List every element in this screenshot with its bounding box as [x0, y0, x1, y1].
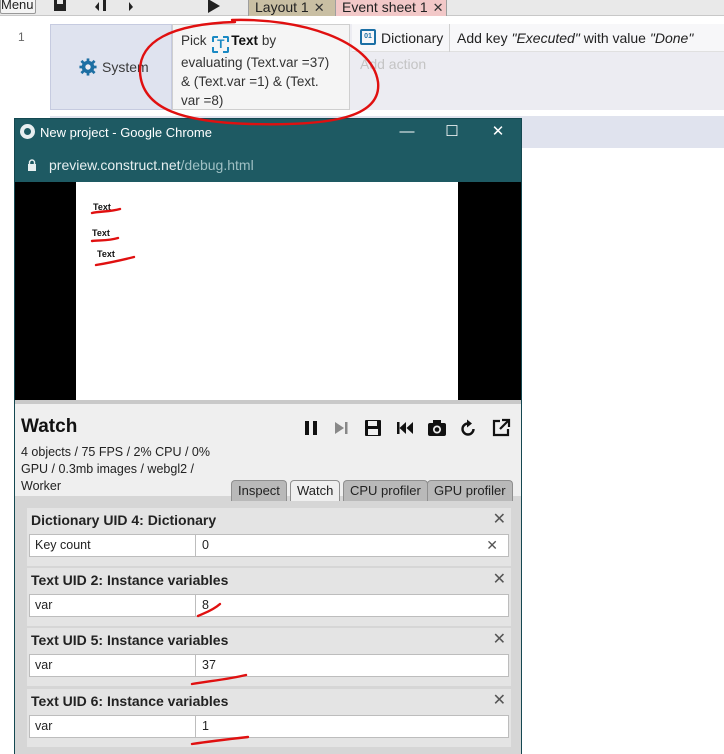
skip-back-icon[interactable]	[395, 418, 415, 438]
watch-value[interactable]: 1	[202, 716, 209, 737]
save-icon[interactable]	[52, 0, 68, 13]
maximize-button[interactable]: ☐	[442, 122, 462, 142]
tab-cpu-profiler[interactable]: CPU profiler	[343, 480, 428, 501]
watch-panel-title: Text UID 2: Instance variables	[31, 572, 229, 588]
game-canvas[interactable]: Text Text Text	[76, 182, 458, 400]
play-icon[interactable]	[206, 0, 222, 13]
editor-toolbar: Menu Layout 1 ✕ Event sheet 1 ✕	[0, 0, 724, 16]
condition-pick-by-evaluate[interactable]: Pick T Text by evaluating (Text.var =37) …	[172, 24, 350, 110]
watch-panel-text-uid-2: Text UID 2: Instance variables ✕ var 8	[27, 568, 511, 626]
watch-value[interactable]: 8	[202, 595, 209, 616]
tab-label: Event sheet 1	[342, 0, 428, 15]
tab-event-sheet-1[interactable]: Event sheet 1 ✕	[335, 0, 447, 16]
debugger-stats: 4 objects / 75 FPS / 2% CPU / 0% GPU / 0…	[21, 445, 210, 493]
lock-icon	[28, 159, 36, 171]
close-icon[interactable]: ✕	[493, 569, 506, 589]
tab-inspect[interactable]: Inspect	[231, 480, 287, 501]
popout-icon[interactable]	[491, 418, 511, 438]
watch-panel-title: Dictionary UID 4: Dictionary	[31, 512, 217, 528]
action-divider	[449, 24, 450, 52]
dictionary-icon: 01	[360, 29, 376, 45]
url-text: preview.construct.net/debug.html	[49, 157, 254, 173]
restart-icon[interactable]	[458, 418, 478, 438]
step-icon[interactable]	[331, 418, 351, 438]
address-bar[interactable]: preview.construct.net/debug.html	[15, 147, 521, 183]
save-icon[interactable]	[363, 418, 383, 438]
watch-row: var 1	[29, 715, 509, 738]
close-icon[interactable]: ✕	[493, 690, 506, 710]
game-text-object: Text	[97, 249, 115, 259]
watch-panel-dictionary: Dictionary UID 4: Dictionary ✕ Key count…	[27, 508, 511, 566]
action-text: Add key "Executed" with value "Done"	[457, 30, 694, 46]
window-titlebar[interactable]: New project - Google Chrome — ☐ ✕	[15, 119, 521, 147]
action-key: Executed	[516, 30, 575, 46]
watch-panel-title: Text UID 6: Instance variables	[31, 693, 229, 709]
watch-panel-title: Text UID 5: Instance variables	[31, 632, 229, 648]
condition-object: Text	[231, 33, 259, 48]
undo-icon[interactable]	[92, 0, 108, 13]
tab-watch[interactable]: Watch	[290, 480, 341, 501]
watch-row: var 8	[29, 594, 509, 617]
window-close-button[interactable]: ✕	[488, 122, 508, 142]
watch-key: var	[30, 716, 196, 737]
action-object: Dictionary	[381, 30, 444, 46]
watch-value[interactable]: 37	[202, 655, 216, 676]
window-title: New project - Google Chrome	[40, 125, 212, 140]
close-icon[interactable]: ✕	[314, 0, 325, 15]
game-text-object: Text	[92, 228, 110, 238]
close-icon[interactable]: ✕	[493, 509, 506, 529]
close-icon[interactable]: ✕	[493, 629, 506, 649]
close-icon[interactable]: ✕	[433, 0, 444, 15]
gear-icon	[79, 58, 97, 76]
text-object-icon: T	[212, 36, 230, 53]
close-icon[interactable]: ✕	[486, 535, 498, 556]
redo-icon[interactable]	[120, 0, 136, 13]
action-value: Done	[654, 30, 689, 46]
condition-prefix: Pick	[181, 33, 207, 48]
pause-icon[interactable]	[301, 418, 321, 438]
tab-layout-1[interactable]: Layout 1 ✕	[248, 0, 336, 16]
watch-panel-text-uid-5: Text UID 5: Instance variables ✕ var 37	[27, 628, 511, 686]
tab-label: Layout 1	[255, 0, 309, 15]
watch-key: var	[30, 655, 196, 676]
watch-value[interactable]: 0	[202, 535, 209, 556]
event-line-number: 1	[18, 30, 25, 44]
camera-icon[interactable]	[427, 418, 447, 438]
debugger-header: Watch 4 objects / 75 FPS / 2% CPU / 0% G…	[15, 400, 521, 501]
game-viewport: Text Text Text	[15, 182, 521, 400]
watch-row: Key count 0 ✕	[29, 534, 509, 557]
menu-button[interactable]: Menu	[0, 0, 36, 14]
event-object-label: System	[102, 59, 149, 75]
debugger-panel: Watch 4 objects / 75 FPS / 2% CPU / 0% G…	[15, 400, 521, 754]
watch-panel-text-uid-6: Text UID 6: Instance variables ✕ var 1	[27, 689, 511, 747]
watch-key: Key count	[30, 535, 196, 556]
debugger-title: Watch	[21, 416, 78, 437]
watch-key: var	[30, 595, 196, 616]
chrome-window: New project - Google Chrome — ☐ ✕ previe…	[14, 118, 522, 754]
chrome-logo-icon	[20, 124, 35, 139]
minimize-button[interactable]: —	[397, 122, 417, 142]
watch-row: var 37	[29, 654, 509, 677]
game-text-object: Text	[93, 202, 111, 212]
add-action-link[interactable]: Add action	[360, 56, 426, 72]
tab-gpu-profiler[interactable]: GPU profiler	[427, 480, 513, 501]
